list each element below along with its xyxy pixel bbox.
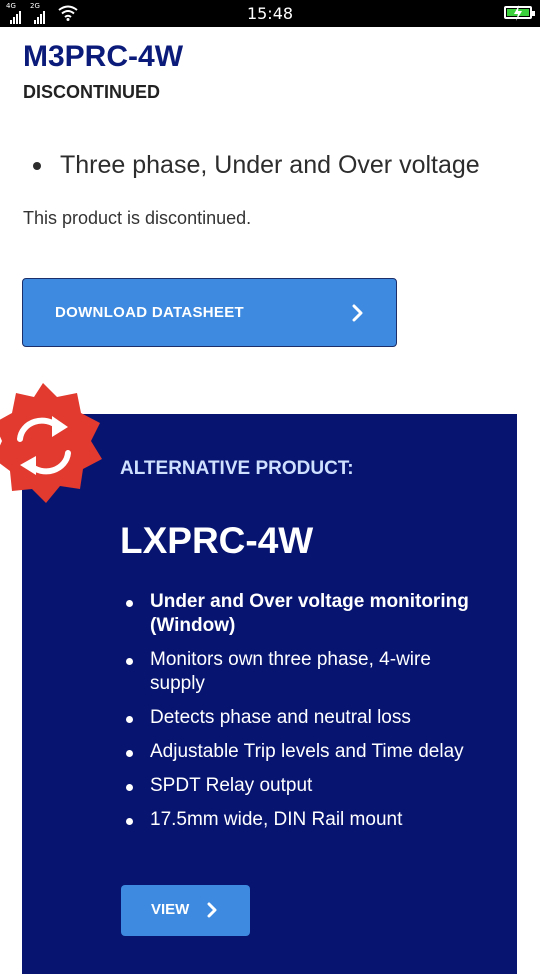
product-code: M3PRC-4W xyxy=(23,40,184,73)
alternative-product-code: LXPRC-4W xyxy=(120,520,314,561)
list-item: Under and Over voltage monitoring (Windo… xyxy=(126,590,490,638)
download-datasheet-button[interactable]: DOWNLOAD DATASHEET xyxy=(22,278,397,347)
alternative-feature-list: Under and Over voltage monitoring (Windo… xyxy=(126,590,490,842)
chevron-right-icon xyxy=(207,902,217,918)
list-item: Monitors own three phase, 4-wire supply xyxy=(126,648,490,696)
view-label: VIEW xyxy=(151,901,190,918)
discontinued-notice: This product is discontinued. xyxy=(23,208,252,228)
list-item: Detects phase and neutral loss xyxy=(126,706,490,730)
chevron-right-icon xyxy=(352,304,363,322)
feature-item: Three phase, Under and Over voltage xyxy=(33,151,480,180)
list-item: 17.5mm wide, DIN Rail mount xyxy=(126,808,490,832)
bullet-icon xyxy=(33,161,41,170)
refresh-icon xyxy=(0,383,102,503)
battery-charging-icon xyxy=(504,5,535,21)
status-time: 15:48 xyxy=(246,4,294,23)
alternative-heading: ALTERNATIVE PRODUCT: xyxy=(120,458,354,479)
list-item: Adjustable Trip levels and Time delay xyxy=(126,740,490,764)
view-button[interactable]: VIEW xyxy=(121,885,250,936)
feature-text: Three phase, Under and Over voltage xyxy=(60,151,480,179)
status-bar: 4G 2G 15:48 xyxy=(0,0,540,27)
list-item: SPDT Relay output xyxy=(126,774,490,798)
download-datasheet-label: DOWNLOAD DATASHEET xyxy=(55,304,244,321)
product-status: DISCONTINUED xyxy=(23,82,161,102)
